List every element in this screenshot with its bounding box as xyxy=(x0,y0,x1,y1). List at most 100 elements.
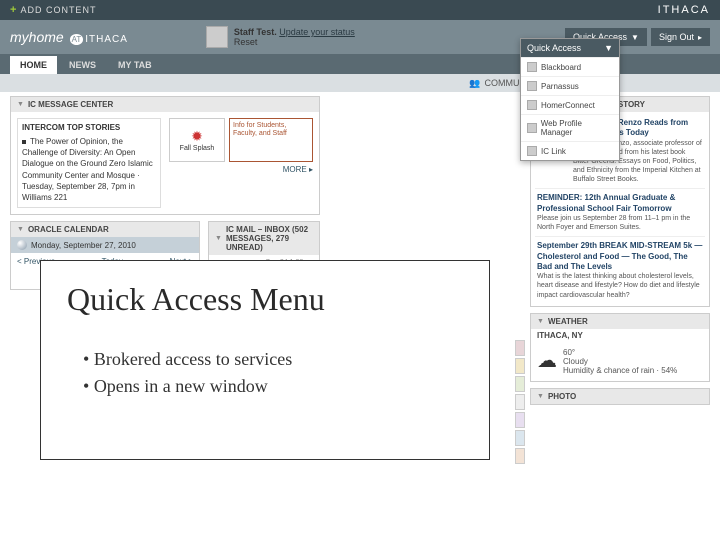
tab-news[interactable]: NEWS xyxy=(59,56,106,74)
panel-header[interactable]: ▼ IC MAIL – INBOX (502 MESSAGES, 279 UNRE… xyxy=(209,222,319,255)
chevron-down-icon: ▼ xyxy=(604,43,613,53)
site-logo[interactable]: myhome ATITHACA xyxy=(10,29,128,45)
panel-header[interactable]: ▼ ORACLE CALENDAR xyxy=(11,222,199,237)
strip xyxy=(515,430,525,446)
logo-ithaca: ITHACA xyxy=(85,34,128,45)
weather-temp: 60° xyxy=(563,348,677,357)
weather-text: 60° Cloudy Humidity & chance of rain · 5… xyxy=(563,348,677,375)
strip xyxy=(515,358,525,374)
weather-cond: Cloudy xyxy=(563,357,677,366)
panel-message-center: ▼ IC MESSAGE CENTER INTERCOM TOP STORIES … xyxy=(10,96,320,215)
app-icon xyxy=(527,100,537,110)
top-stories-box: INTERCOM TOP STORIES The Power of Opinio… xyxy=(17,118,161,208)
panel-title: IC MAIL – INBOX (502 MESSAGES, 279 UNREA… xyxy=(226,225,313,252)
sign-out-button[interactable]: Sign Out ▸ xyxy=(651,28,710,46)
reset-label: Reset xyxy=(234,37,258,47)
avatar[interactable] xyxy=(206,26,228,48)
news-headline: REMINDER: 12th Annual Graduate & Profess… xyxy=(537,193,703,214)
qa-label: HomerConnect xyxy=(541,101,595,110)
info-promo[interactable]: Info for Students, Faculty, and Staff xyxy=(229,118,313,162)
story-item[interactable]: The Power of Opinion, the Challenge of D… xyxy=(22,136,156,203)
app-icon xyxy=(527,62,537,72)
community-icon: 👥 xyxy=(469,78,480,89)
news-excerpt: What is the latest thinking about choles… xyxy=(537,272,703,299)
quick-access-item-blackboard[interactable]: Blackboard xyxy=(521,57,619,76)
quick-access-dropdown[interactable]: Quick Access ▼ Blackboard Parnassus Home… xyxy=(520,38,620,161)
app-icon xyxy=(527,81,537,91)
tab-mytab[interactable]: MY TAB xyxy=(108,56,162,74)
overlay-bullet: Brokered access to services xyxy=(83,346,463,373)
panel-title: IC MESSAGE CENTER xyxy=(28,100,113,109)
bullet-icon xyxy=(22,140,26,144)
presentation-overlay: Quick Access Menu Brokered access to ser… xyxy=(40,260,490,460)
logo-my: my xyxy=(10,29,29,45)
panel-photo: ▼ PHOTO xyxy=(530,388,710,405)
panel-header[interactable]: ▼ PHOTO xyxy=(531,389,709,404)
panel-title: WEATHER xyxy=(548,317,588,326)
sign-out-label: Sign Out xyxy=(659,32,694,42)
fall-splash-label: Fall Splash xyxy=(180,145,215,152)
user-text: Staff Test. Update your status Reset xyxy=(234,27,355,47)
news-item[interactable]: REMINDER: 12th Annual Graduate & Profess… xyxy=(535,188,705,236)
overlay-bullet: Opens in a new window xyxy=(83,373,463,400)
weather-body: ☁ 60° Cloudy Humidity & chance of rain ·… xyxy=(531,342,709,381)
news-item[interactable]: September 29th BREAK MID-STREAM 5k — Cho… xyxy=(535,236,705,303)
quick-access-header-label: Quick Access xyxy=(527,43,581,53)
stacked-strips xyxy=(515,340,525,464)
chevron-right-icon: ▸ xyxy=(698,33,702,42)
collapse-icon: ▼ xyxy=(17,226,24,233)
story-text: The Power of Opinion, the Challenge of D… xyxy=(22,137,153,202)
collapse-icon: ▼ xyxy=(537,393,544,400)
panel-title: ORACLE CALENDAR xyxy=(28,225,109,234)
news-excerpt: Please join us September 28 from 11–1 pm… xyxy=(537,214,703,232)
app-icon xyxy=(527,123,537,133)
stories-heading: INTERCOM TOP STORIES xyxy=(22,123,156,132)
logo-home: home xyxy=(29,29,64,45)
collapse-icon: ▼ xyxy=(215,235,222,242)
quick-access-dropdown-header: Quick Access ▼ xyxy=(521,39,619,57)
strip xyxy=(515,412,525,428)
calendar-date: Monday, September 27, 2010 xyxy=(31,241,136,250)
overlay-bullets: Brokered access to services Opens in a n… xyxy=(67,346,463,400)
tab-home[interactable]: HOME xyxy=(10,56,57,74)
strip xyxy=(515,394,525,410)
quick-access-item-webprofile[interactable]: Web Profile Manager xyxy=(521,114,619,141)
collapse-icon: ▼ xyxy=(537,318,544,325)
collapse-icon: ▼ xyxy=(17,101,24,108)
quick-access-item-homerconnect[interactable]: HomerConnect xyxy=(521,95,619,114)
quick-access-item-iclink[interactable]: IC Link xyxy=(521,141,619,160)
promo-group: ✹ Fall Splash Info for Students, Faculty… xyxy=(169,118,313,208)
logo-at-badge: AT xyxy=(70,34,84,45)
panel-header[interactable]: ▼ WEATHER xyxy=(531,314,709,329)
more-link[interactable]: MORE ▸ xyxy=(169,165,313,174)
quick-access-item-parnassus[interactable]: Parnassus xyxy=(521,76,619,95)
weather-location: ITHACA, NY xyxy=(531,329,709,342)
top-utility-bar: + ADD CONTENT ITHACA xyxy=(0,0,720,20)
weather-sub: Humidity & chance of rain · 54% xyxy=(563,366,677,375)
qa-label: Web Profile Manager xyxy=(541,119,613,137)
message-center-body: INTERCOM TOP STORIES The Power of Opinio… xyxy=(11,112,319,214)
strip xyxy=(515,376,525,392)
news-headline: September 29th BREAK MID-STREAM 5k — Cho… xyxy=(537,241,703,272)
panel-weather: ▼ WEATHER ITHACA, NY ☁ 60° Cloudy Humidit… xyxy=(530,313,710,382)
user-name: Staff Test. xyxy=(234,27,277,37)
qa-label: Blackboard xyxy=(541,63,581,72)
update-status-link[interactable]: Update your status xyxy=(279,27,355,37)
qa-label: IC Link xyxy=(541,147,566,156)
overlay-title: Quick Access Menu xyxy=(67,281,463,318)
panel-title: PHOTO xyxy=(548,392,576,401)
splash-burst-icon: ✹ xyxy=(191,128,203,145)
panel-header[interactable]: ▼ IC MESSAGE CENTER xyxy=(11,97,319,112)
plus-icon: + xyxy=(10,4,16,16)
brand-ithaca: ITHACA xyxy=(658,4,710,16)
strip xyxy=(515,340,525,356)
qa-label: Parnassus xyxy=(541,82,579,91)
cloud-icon: ☁ xyxy=(537,348,557,375)
strip xyxy=(515,448,525,464)
calendar-date-bar: Monday, September 27, 2010 xyxy=(11,237,199,253)
add-content-link[interactable]: ADD CONTENT xyxy=(20,5,96,15)
calendar-orb-icon xyxy=(17,240,27,250)
user-status-block: Staff Test. Update your status Reset xyxy=(206,26,355,48)
fall-splash-promo[interactable]: ✹ Fall Splash xyxy=(169,118,225,162)
app-icon xyxy=(527,146,537,156)
